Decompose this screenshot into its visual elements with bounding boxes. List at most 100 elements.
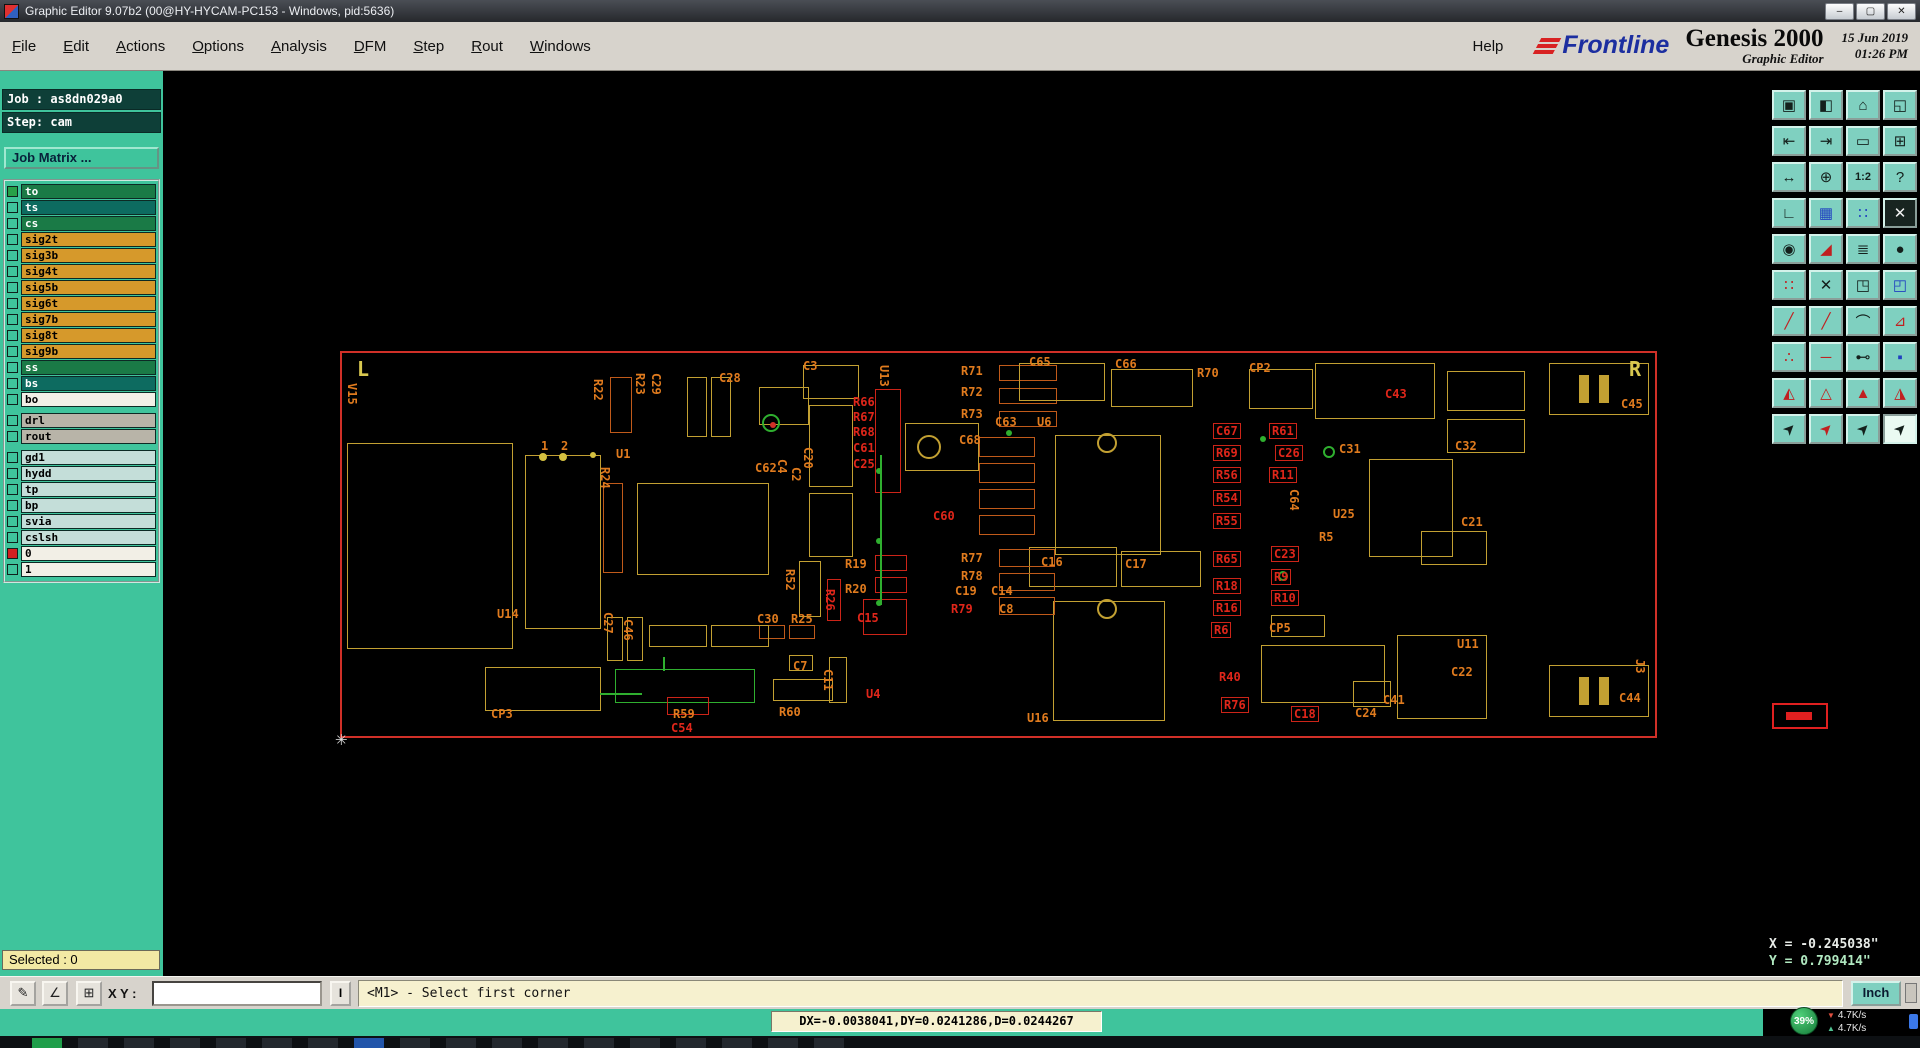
layer-visibility-checkbox[interactable] xyxy=(7,415,18,426)
arc-button[interactable]: ⌒ xyxy=(1846,306,1880,336)
sub-window-button[interactable]: ◳ xyxy=(1846,270,1880,300)
layer-name[interactable]: sig2t xyxy=(21,232,156,247)
taskbar-app-tile[interactable] xyxy=(216,1038,246,1048)
layer-visibility-checkbox[interactable] xyxy=(7,266,18,277)
menu-rout[interactable]: Rout xyxy=(471,38,503,55)
layer-row-bs[interactable]: bs xyxy=(7,376,156,391)
layer-row-cslsh[interactable]: cslsh xyxy=(7,530,156,545)
fill-corner-button[interactable]: ◢ xyxy=(1809,234,1843,264)
layer-visibility-checkbox[interactable] xyxy=(7,500,18,511)
menu-step[interactable]: Step xyxy=(413,38,444,55)
layer-row-sig6t[interactable]: sig6t xyxy=(7,296,156,311)
layer-visibility-checkbox[interactable] xyxy=(7,346,18,357)
taskbar-app-tile[interactable] xyxy=(722,1038,752,1048)
layer-name[interactable]: rout xyxy=(21,429,156,444)
resize-grip[interactable] xyxy=(1905,983,1917,1003)
layer-row-cs[interactable]: cs xyxy=(7,216,156,231)
insert-mode-button[interactable]: I xyxy=(330,981,351,1006)
pcb-canvas[interactable]: L R V15 R22 R23 C29 C28 C3 U13 R66 R67 R68 C61 C25 R71… xyxy=(163,71,1763,976)
taskbar-app-tile[interactable] xyxy=(354,1038,384,1048)
layer-row-tp[interactable]: tp xyxy=(7,482,156,497)
menu-windows[interactable]: Windows xyxy=(530,38,591,55)
zoom-help-button[interactable]: ? xyxy=(1883,162,1917,192)
windows-taskbar[interactable] xyxy=(0,1036,1920,1048)
menu-dfm[interactable]: DFM xyxy=(354,38,387,55)
layer-name[interactable]: sig7b xyxy=(21,312,156,327)
square-blue-button[interactable]: ▪ xyxy=(1883,342,1917,372)
layer-grid-button[interactable]: ▦ xyxy=(1809,198,1843,228)
menu-options[interactable]: Options xyxy=(192,38,244,55)
units-button[interactable]: Inch xyxy=(1851,981,1901,1006)
angle-button[interactable]: ⊿ xyxy=(1883,306,1917,336)
layer-visibility-checkbox[interactable] xyxy=(7,218,18,229)
taskbar-app-tile[interactable] xyxy=(400,1038,430,1048)
xy-coordinate-input[interactable] xyxy=(152,981,322,1006)
layer-visibility-checkbox[interactable] xyxy=(7,548,18,559)
taskbar-app-tile[interactable] xyxy=(630,1038,660,1048)
layer-visibility-checkbox[interactable] xyxy=(7,202,18,213)
taskbar-app-tile[interactable] xyxy=(124,1038,154,1048)
line-red-button[interactable]: ─ xyxy=(1809,342,1843,372)
dot-button[interactable]: ● xyxy=(1883,234,1917,264)
text-outline-button[interactable]: △ xyxy=(1809,378,1843,408)
layer-name[interactable]: ts xyxy=(21,200,156,215)
text-solid-button[interactable]: ▲ xyxy=(1846,378,1880,408)
layer-row-ts[interactable]: ts xyxy=(7,200,156,215)
layer-visibility-checkbox[interactable] xyxy=(7,362,18,373)
layer-visibility-checkbox[interactable] xyxy=(7,532,18,543)
erase-button[interactable]: ✕ xyxy=(1809,270,1843,300)
close-button[interactable]: ✕ xyxy=(1887,2,1916,20)
layer-name[interactable]: drl xyxy=(21,413,156,428)
taskbar-app-tile[interactable] xyxy=(584,1038,614,1048)
layer-visibility-checkbox[interactable] xyxy=(7,234,18,245)
select-arrow-1-button[interactable]: ➤ xyxy=(1772,414,1806,444)
taskbar-app-tile[interactable] xyxy=(538,1038,568,1048)
layer-visibility-checkbox[interactable] xyxy=(7,186,18,197)
menu-analysis[interactable]: Analysis xyxy=(271,38,327,55)
layer-visibility-checkbox[interactable] xyxy=(7,564,18,575)
snap-grid-tool-button[interactable]: ⊞ xyxy=(76,981,102,1006)
menu-help[interactable]: Help xyxy=(1473,38,1504,55)
layer-row-sig8t[interactable]: sig8t xyxy=(7,328,156,343)
select-arrow-3-button[interactable]: ➤ xyxy=(1846,414,1880,444)
pad-button[interactable]: ◉ xyxy=(1772,234,1806,264)
text-left-button[interactable]: ◭ xyxy=(1772,378,1806,408)
taskbar-app-tile[interactable] xyxy=(308,1038,338,1048)
layer-visibility-checkbox[interactable] xyxy=(7,484,18,495)
layer-name[interactable]: sig9b xyxy=(21,344,156,359)
layer-row-sig9b[interactable]: sig9b xyxy=(7,344,156,359)
layer-name[interactable]: cslsh xyxy=(21,530,156,545)
zoom-center-button[interactable]: ⊕ xyxy=(1809,162,1843,192)
layer-name[interactable]: ss xyxy=(21,360,156,375)
grid-snap-button[interactable]: ⊞ xyxy=(1883,126,1917,156)
home-view-button[interactable]: ⌂ xyxy=(1846,90,1880,120)
select-arrow-2-button[interactable]: ➤ xyxy=(1809,414,1843,444)
layer-name[interactable]: sig5b xyxy=(21,280,156,295)
layer-row-to[interactable]: to xyxy=(7,184,156,199)
slope-tool-button[interactable]: ∠ xyxy=(42,981,68,1006)
layer-row-bo[interactable]: bo xyxy=(7,392,156,407)
layer-row-bp[interactable]: bp xyxy=(7,498,156,513)
layer-visibility-checkbox[interactable] xyxy=(7,298,18,309)
taskbar-app-tile[interactable] xyxy=(492,1038,522,1048)
layer-name[interactable]: sig8t xyxy=(21,328,156,343)
layer-row-svia[interactable]: svia xyxy=(7,514,156,529)
measure-button[interactable]: ∟ xyxy=(1772,198,1806,228)
zoom-fit-button[interactable]: ↔ xyxy=(1772,162,1806,192)
layer-row-ss[interactable]: ss xyxy=(7,360,156,375)
layer-row-sig4t[interactable]: sig4t xyxy=(7,264,156,279)
taskbar-app-tile[interactable] xyxy=(170,1038,200,1048)
layer-row-gd1[interactable]: gd1 xyxy=(7,450,156,465)
layer-name[interactable]: hydd xyxy=(21,466,156,481)
layer-name[interactable]: sig3b xyxy=(21,248,156,263)
layer-name[interactable]: to xyxy=(21,184,156,199)
layer-visibility-checkbox[interactable] xyxy=(7,250,18,261)
delete-button[interactable]: ✕ xyxy=(1883,198,1917,228)
taskbar-app-tile[interactable] xyxy=(78,1038,108,1048)
frame-button[interactable]: ◰ xyxy=(1883,270,1917,300)
layer-row-sig7b[interactable]: sig7b xyxy=(7,312,156,327)
job-matrix-button[interactable]: Job Matrix ... xyxy=(4,147,159,169)
line-measure-button[interactable]: ╱ xyxy=(1809,306,1843,336)
layer-name[interactable]: 0 xyxy=(21,546,156,561)
sketch-tool-button[interactable]: ✎ xyxy=(10,981,36,1006)
